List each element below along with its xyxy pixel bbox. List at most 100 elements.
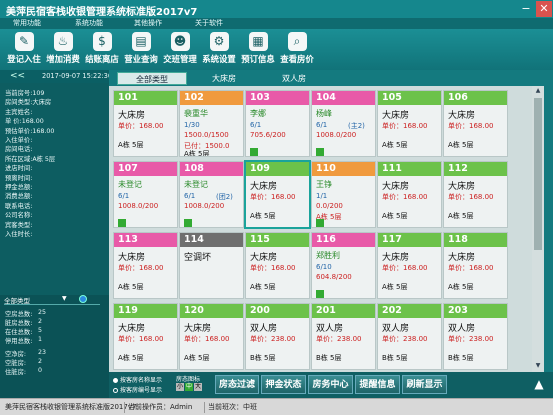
room-card-108[interactable]: 108 未登记 6/1 (团2) 1008.0/200	[179, 161, 244, 228]
room-card-114[interactable]: 114 空调坏	[179, 232, 244, 299]
room-card-103[interactable]: 103 李娜 6/1 705.6/200	[245, 90, 310, 157]
room-card-111[interactable]: 111 大床房 单价：168.00 A栋 5层	[377, 161, 442, 228]
menu-common[interactable]: 常用功能	[13, 18, 41, 29]
sidebar-header: << 2017-09-07 15:22:36	[0, 70, 112, 83]
status-app-name: 美萍民宿客栈收银管理系统标准版2017v7	[5, 403, 137, 411]
toolbar-button-1[interactable]: ♨ 增加消费	[44, 31, 82, 69]
room-line-3: 1008.0/200	[184, 202, 225, 210]
room-card-109[interactable]: 109 大床房 单价：168.00 A栋 5层	[244, 160, 311, 229]
receipt-icon: $	[92, 32, 112, 51]
toolbar-button-5[interactable]: ⚙ 系统设置	[200, 31, 238, 69]
room-line-2: 6/1	[118, 192, 130, 200]
room-number: 118	[444, 233, 507, 247]
room-line-2: 单价：168.00	[448, 193, 494, 201]
pencil-icon: ✎	[14, 32, 34, 51]
room-card-113[interactable]: 113 大床房 单价：168.00 A栋 5层	[113, 232, 178, 299]
room-card-116[interactable]: 116 郑胜利 6/10 604.8/200	[311, 232, 376, 299]
info-row: 进店时间:	[5, 163, 32, 172]
room-line-2b: (团2)	[216, 193, 233, 201]
size-small-option[interactable]: 小	[176, 383, 184, 391]
type-filter-select[interactable]: 全部类型 ▼	[4, 295, 100, 305]
room-line-1: 王铮	[316, 180, 332, 189]
info-row: 入住单价:	[5, 135, 32, 144]
room-line-3: A栋 5层	[118, 354, 144, 362]
bottle-icon: ♨	[53, 32, 73, 51]
globe-icon[interactable]	[79, 295, 87, 303]
scroll-up-icon[interactable]: ▲	[534, 87, 542, 95]
tab-twin-room[interactable]: 双人房	[259, 72, 329, 85]
room-card-112[interactable]: 112 大床房 单价：168.00 A栋 5层	[443, 161, 508, 228]
radio-dot-icon	[113, 388, 118, 393]
room-number: 201	[312, 304, 375, 318]
room-filter-button[interactable]: 房态过滤	[215, 375, 259, 394]
minimize-button[interactable]: −	[518, 1, 534, 17]
room-card-200[interactable]: 200 双人房 单价：238.00 B栋 5层	[245, 303, 310, 370]
room-card-120[interactable]: 120 大床房 单价：168.00 A栋 5层	[179, 303, 244, 370]
reminder-button[interactable]: 提醒信息	[355, 375, 400, 394]
close-button[interactable]: ✕	[536, 1, 552, 17]
room-card-115[interactable]: 115 大床房 单价：168.00 A栋 5层	[245, 232, 310, 299]
room-line-1: 大床房	[448, 111, 476, 121]
deposit-status-button[interactable]: 押金状态	[261, 375, 306, 394]
toolbar-button-3[interactable]: ▤ 营业查询	[122, 31, 160, 69]
toolbar-button-0[interactable]: ✎ 登记入住	[5, 31, 43, 69]
toolbar-button-2[interactable]: $ 结账离店	[83, 31, 121, 69]
scroll-thumb[interactable]	[534, 98, 542, 250]
toolbar-button-7[interactable]: ⌕ 查看房价	[278, 31, 316, 69]
room-line-3: B栋 5层	[250, 354, 276, 362]
room-card-104[interactable]: 104 杨峰 6/1 (主2) 1008.0/200	[311, 90, 376, 157]
room-card-119[interactable]: 119 大床房 单价：168.00 A栋 5层	[113, 303, 178, 370]
size-mid-option[interactable]: 中	[185, 383, 193, 391]
room-card-117[interactable]: 117 大床房 单价：168.00 A栋 5层	[377, 232, 442, 299]
room-line-1: 大床房	[448, 182, 476, 192]
radio-show-by-number[interactable]: 按客房编号显示	[113, 385, 162, 394]
room-card-202[interactable]: 202 双人房 单价：238.00 B栋 5层	[377, 303, 442, 370]
toolbar-label: 交班管理	[163, 54, 197, 64]
room-card-203[interactable]: 203 双人房 单价：238.00 B栋 5层	[443, 303, 508, 370]
room-number: 109	[246, 162, 309, 176]
room-grid-scrollbar[interactable]: ▲ ▼	[532, 86, 544, 372]
room-number: 111	[378, 162, 441, 176]
room-card-106[interactable]: 106 大床房 单价：168.00 A栋 5层	[443, 90, 508, 157]
collapse-icon[interactable]: <<	[10, 71, 25, 81]
scroll-top-icon[interactable]: ▲	[529, 375, 549, 394]
room-card-118[interactable]: 118 大床房 单价：168.00 A栋 5层	[443, 232, 508, 299]
toolbar-button-4[interactable]: ☻ 交班管理	[161, 31, 199, 69]
room-card-110[interactable]: 110 王铮 1/1 0.0/200 A栋 5层	[311, 161, 376, 228]
menu-bar: 常用功能 系统功能 其他操作 关于软件	[0, 18, 553, 29]
gear-icon: ⚙	[209, 32, 229, 51]
stat-value: 23	[38, 349, 47, 356]
room-line-2: 6/1	[316, 121, 328, 129]
housekeeping-button[interactable]: 房务中心	[308, 375, 353, 394]
room-card-201[interactable]: 201 双人房 单价：238.00 B栋 5层	[311, 303, 376, 370]
radio-show-by-name[interactable]: 按客房名称显示	[113, 375, 162, 384]
stat-value: 25	[38, 309, 47, 316]
menu-about[interactable]: 关于软件	[195, 18, 223, 29]
room-number: 108	[180, 162, 243, 176]
info-key: 当前房号:	[5, 90, 33, 97]
refresh-button[interactable]: 刷新显示	[402, 375, 447, 394]
scroll-down-icon[interactable]: ▼	[534, 362, 542, 370]
toolbar-label: 登记入住	[7, 54, 41, 64]
tab-all-types[interactable]: 全部类型	[117, 72, 187, 85]
room-line-3: A栋 5层	[250, 283, 276, 291]
room-line-3: A栋 5层	[184, 354, 210, 362]
room-card-105[interactable]: 105 大床房 单价：168.00 A栋 5层	[377, 90, 442, 157]
room-number: 114	[180, 233, 243, 247]
room-line-2: 单价：238.00	[316, 335, 362, 343]
room-card-101[interactable]: 101 大床房 单价：168.00 A栋 5层	[113, 90, 178, 157]
room-card-107[interactable]: 107 未登记 6/1 1008.0/200	[113, 161, 178, 228]
toolbar-button-6[interactable]: ▦ 预订信息	[239, 31, 277, 69]
room-line-3: 0.0/200	[316, 202, 343, 210]
info-key: 进店时间:	[5, 165, 33, 173]
size-big-option[interactable]: 大	[194, 383, 202, 391]
tab-king-room[interactable]: 大床房	[189, 72, 259, 85]
room-card-102[interactable]: 102 裴重华 1/30 1500.0/1500 已付：1500.0 A栋 5层	[179, 90, 244, 157]
room-number: 117	[378, 233, 441, 247]
info-row: 联系电话:	[5, 201, 32, 210]
room-line-1: 大床房	[118, 111, 146, 121]
room-number: 119	[114, 304, 177, 318]
menu-other[interactable]: 其他操作	[134, 18, 162, 29]
info-key: 消费总额:	[5, 193, 33, 201]
menu-system[interactable]: 系统功能	[75, 18, 103, 29]
